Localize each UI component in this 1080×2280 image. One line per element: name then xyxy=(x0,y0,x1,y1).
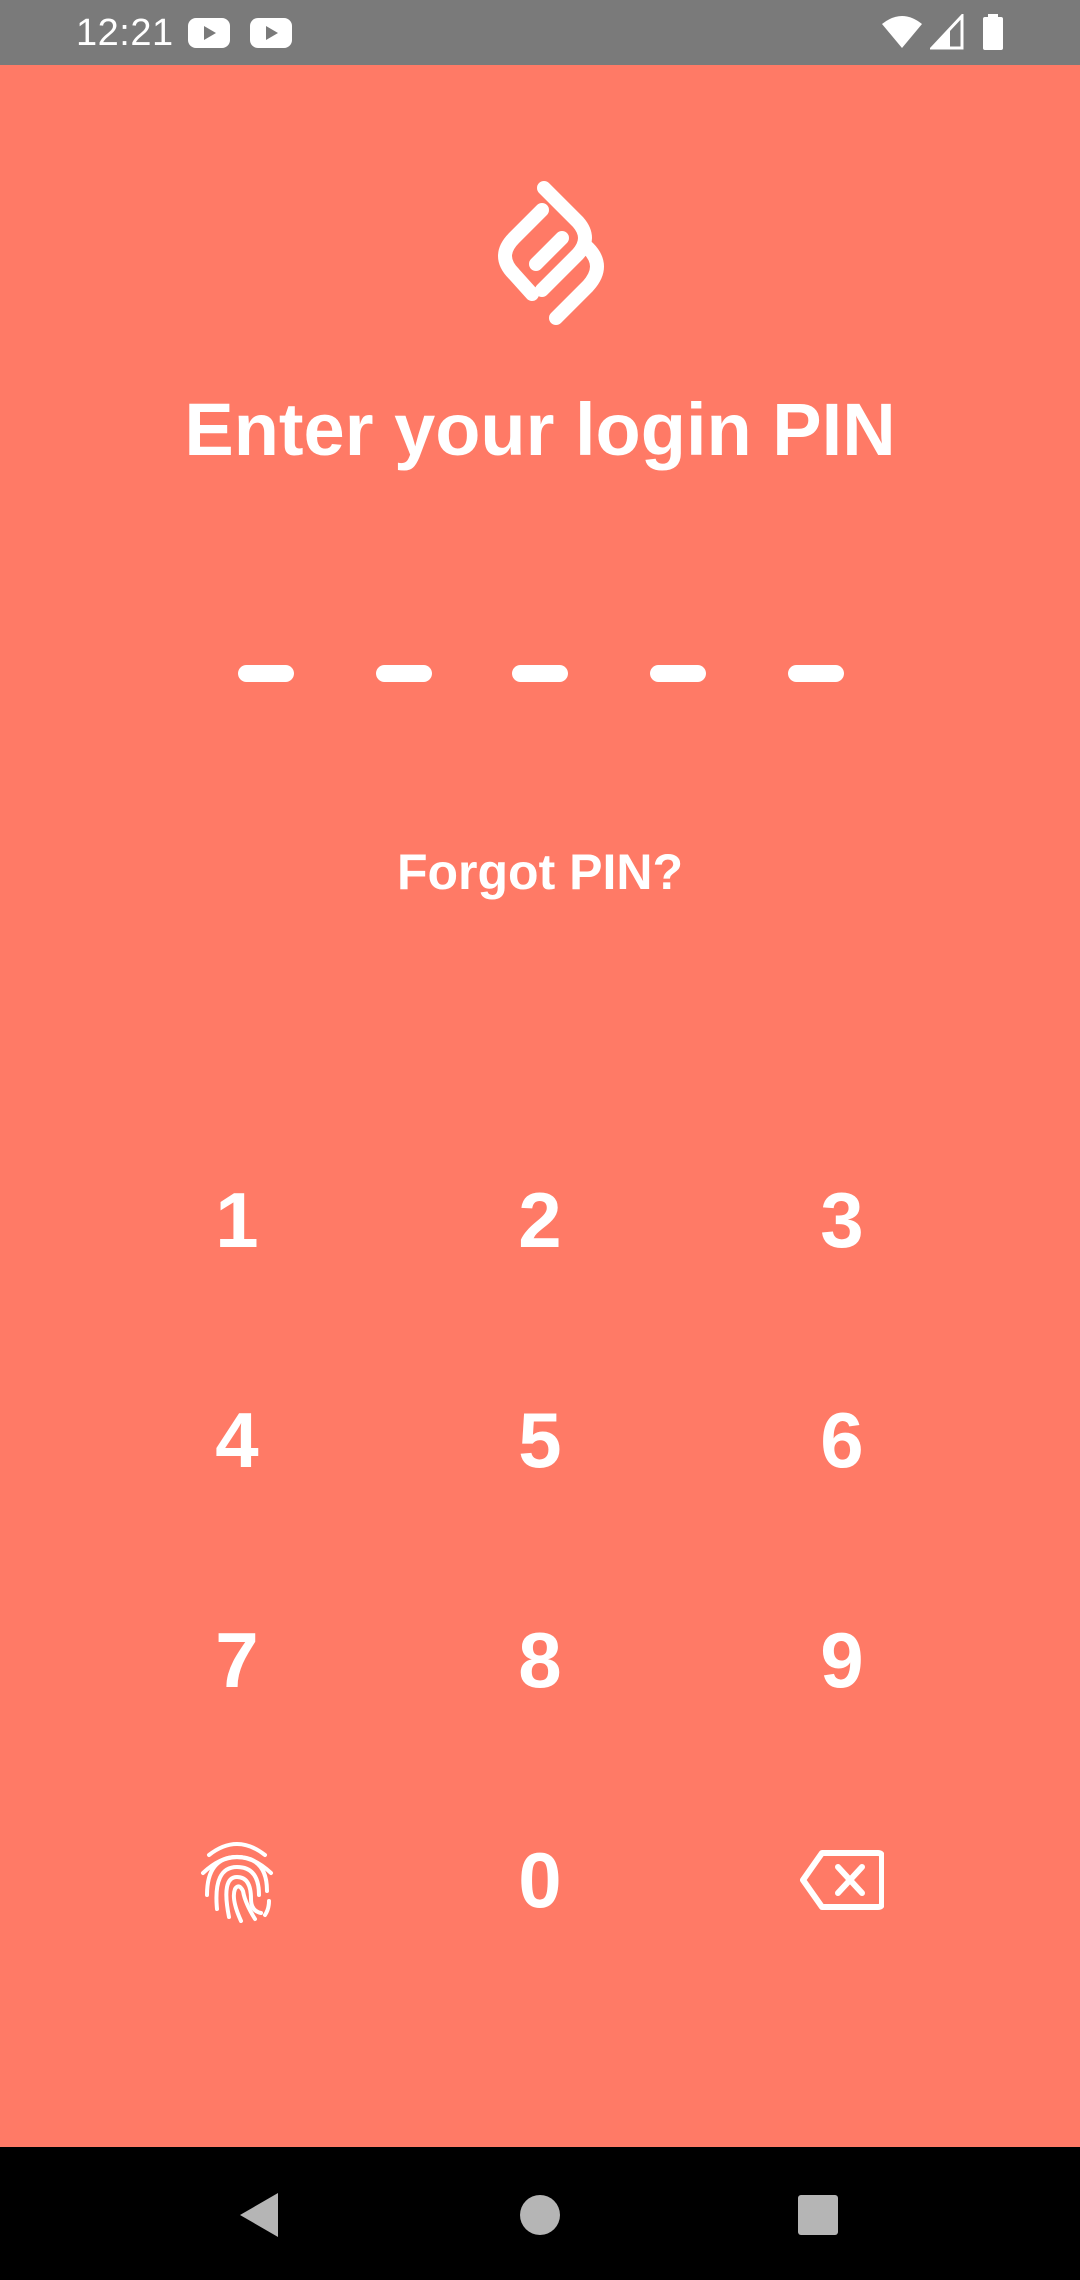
cell-signal-icon xyxy=(930,14,964,50)
page-title: Enter your login PIN xyxy=(184,388,896,471)
youtube-icon xyxy=(188,18,230,48)
app-logo-icon xyxy=(498,181,604,325)
youtube-icon xyxy=(250,18,292,48)
backspace-icon xyxy=(800,1850,884,1910)
home-icon[interactable] xyxy=(508,2183,572,2247)
key-4[interactable]: 4 xyxy=(127,1365,347,1515)
pin-slot xyxy=(238,665,294,682)
pin-slot xyxy=(650,665,706,682)
backspace-button[interactable] xyxy=(732,1805,952,1955)
pin-login-screen: 12:21 Enter your login PIN Forgot PIN? 1… xyxy=(0,0,1080,2280)
key-1[interactable]: 1 xyxy=(127,1145,347,1295)
pin-slot xyxy=(512,665,568,682)
status-time: 12:21 xyxy=(76,12,174,54)
key-8[interactable]: 8 xyxy=(430,1585,650,1735)
recents-icon[interactable] xyxy=(786,2183,850,2247)
forgot-pin-link[interactable]: Forgot PIN? xyxy=(340,840,740,904)
fingerprint-icon xyxy=(201,1842,273,1923)
fingerprint-button[interactable] xyxy=(127,1805,347,1955)
key-5[interactable]: 5 xyxy=(430,1365,650,1515)
battery-icon xyxy=(983,14,1003,50)
key-6[interactable]: 6 xyxy=(732,1365,952,1515)
back-icon[interactable] xyxy=(226,2183,290,2247)
pin-slot xyxy=(376,665,432,682)
key-3[interactable]: 3 xyxy=(732,1145,952,1295)
key-9[interactable]: 9 xyxy=(732,1585,952,1735)
key-7[interactable]: 7 xyxy=(127,1585,347,1735)
key-2[interactable]: 2 xyxy=(430,1145,650,1295)
wifi-icon xyxy=(882,16,922,48)
pin-slot xyxy=(788,665,844,682)
navigation-bar xyxy=(0,2147,1080,2280)
status-bar: 12:21 xyxy=(0,0,1080,65)
key-0[interactable]: 0 xyxy=(430,1805,650,1955)
